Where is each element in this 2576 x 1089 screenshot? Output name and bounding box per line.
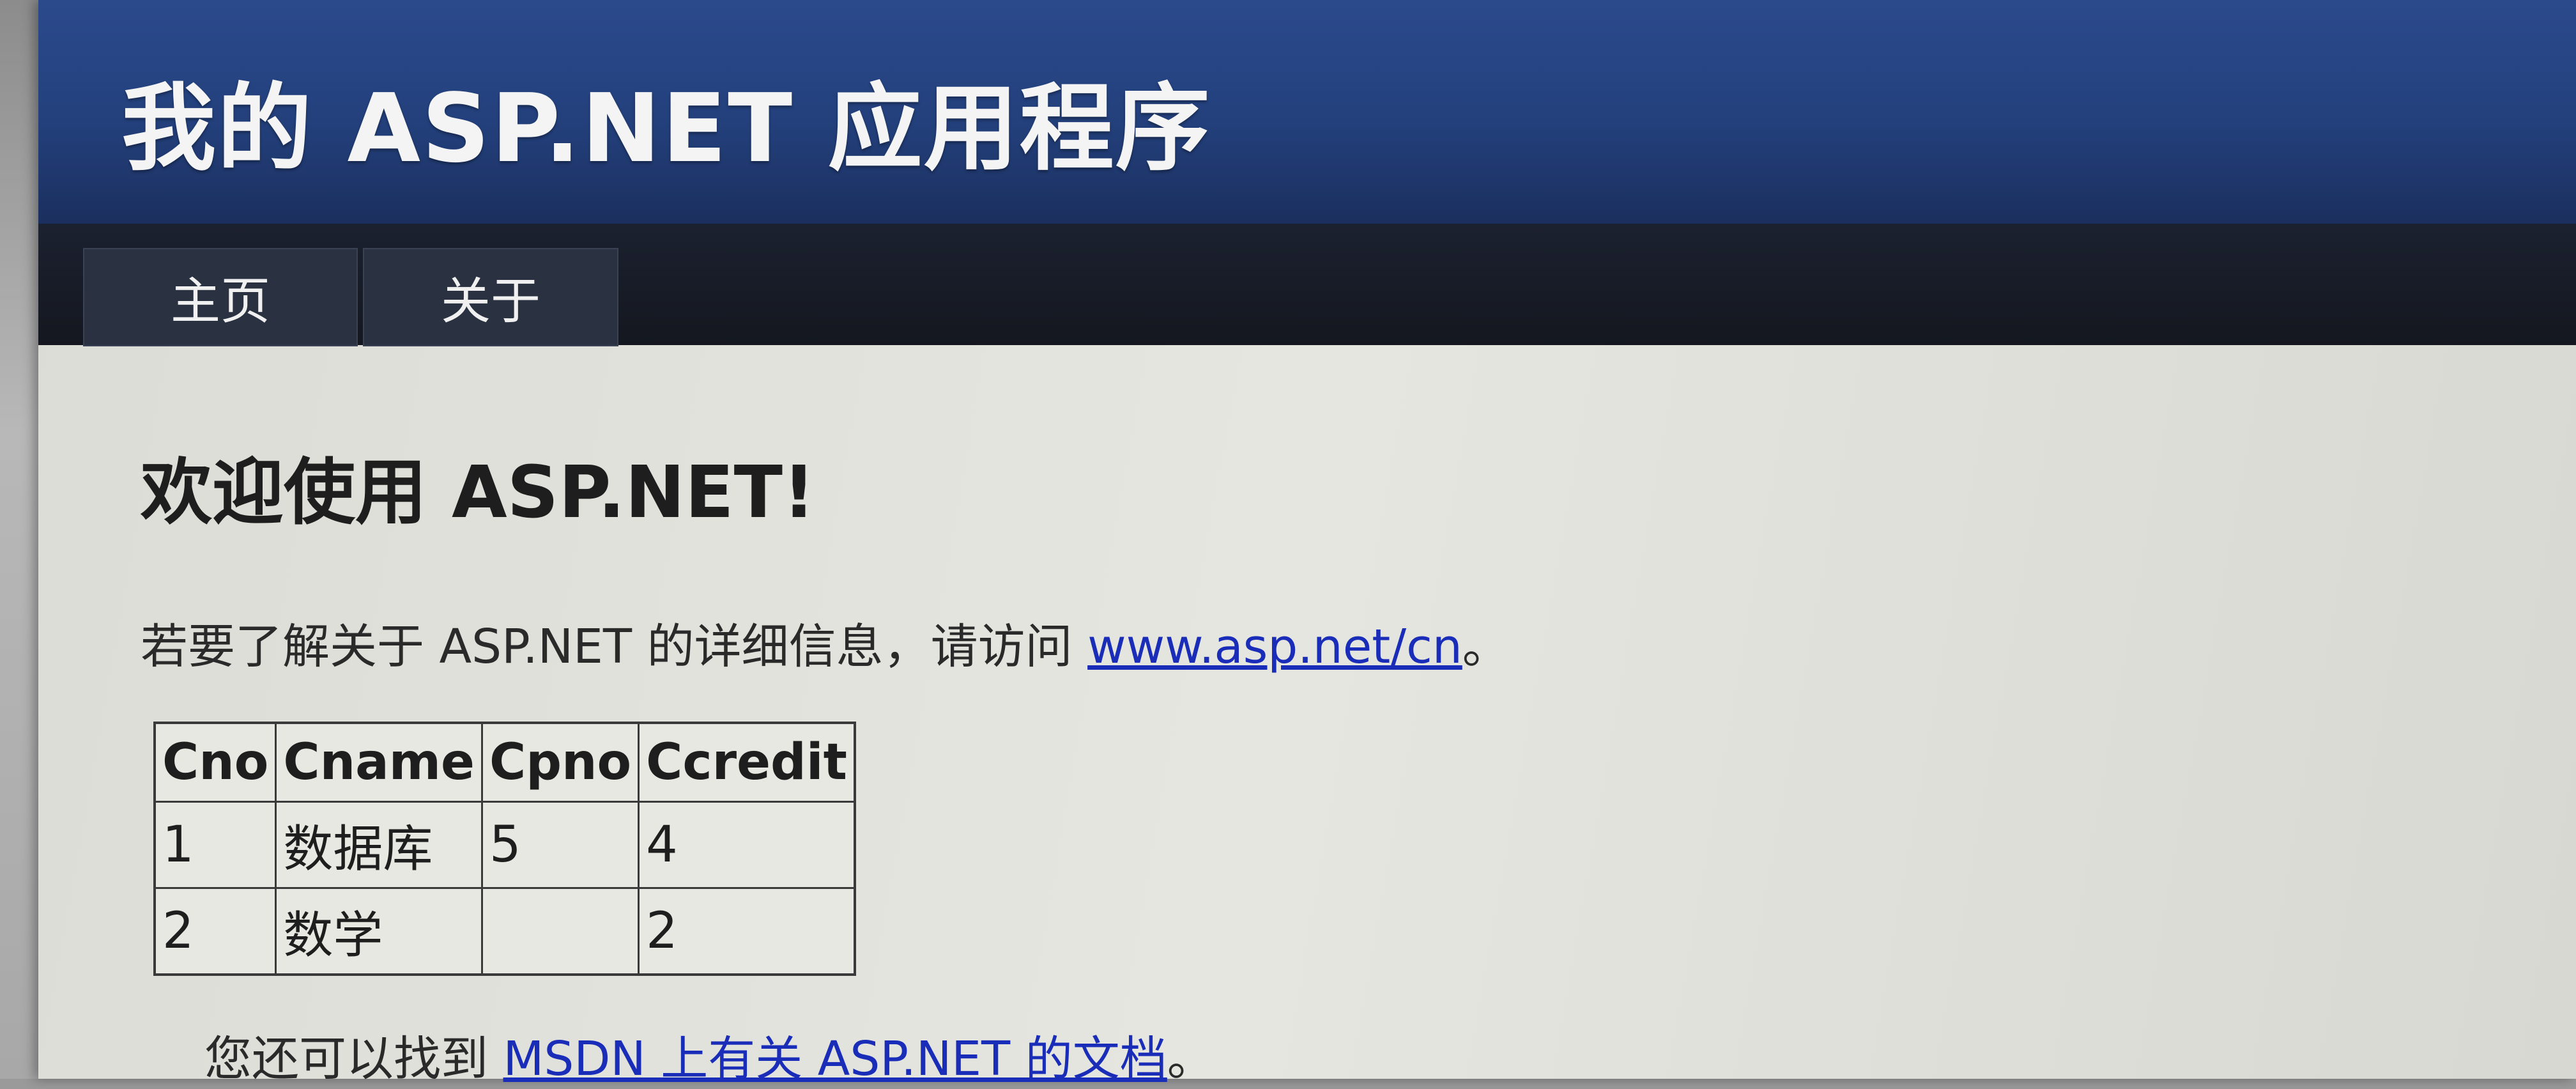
msdn-end: 。 <box>1167 1031 1215 1086</box>
app-title: 我的 ASP.NET 应用程序 <box>121 73 1211 183</box>
cell-cno: 1 <box>153 801 277 889</box>
main-content: 欢迎使用 ASP.NET! 若要了解关于 ASP.NET 的详细信息，请访问 w… <box>141 435 2504 1089</box>
cell-cname: 数据库 <box>275 801 483 889</box>
browser-page: 我的 ASP.NET 应用程序 主页 关于 欢迎使用 ASP.NET! 若要了解… <box>38 0 2576 1086</box>
column-header-cpno: Cpno <box>480 722 640 803</box>
column-header-cname: Cname <box>275 722 483 803</box>
nav-menu: 主页 关于 <box>83 248 619 346</box>
cell-cno: 2 <box>153 887 277 976</box>
msdn-link[interactable]: MSDN 上有关 ASP.NET 的文档 <box>503 1031 1167 1086</box>
nav-menu-bar: 主页 关于 <box>38 224 2576 346</box>
msdn-text: 您还可以找到 <box>204 1031 503 1086</box>
cell-ccredit: 2 <box>638 887 856 976</box>
cell-ccredit: 4 <box>638 801 856 889</box>
cell-cpno: 5 <box>480 801 640 889</box>
asp-net-link[interactable]: www.asp.net/cn <box>1087 619 1462 674</box>
intro-end: 。 <box>1462 619 1510 674</box>
nav-item-about[interactable]: 关于 <box>363 248 619 346</box>
cell-cpno <box>480 887 640 976</box>
site-header: 我的 ASP.NET 应用程序 <box>38 0 2576 224</box>
grid-header-row: Cno Cname Cpno Ccredit <box>153 722 856 803</box>
column-header-ccredit: Ccredit <box>638 722 856 803</box>
course-grid: Cno Cname Cpno Ccredit 1 数据库 5 4 2 数学 2 <box>153 722 856 976</box>
welcome-heading: 欢迎使用 ASP.NET! <box>141 451 816 534</box>
nav-item-home[interactable]: 主页 <box>83 248 358 346</box>
monitor-screen: 我的 ASP.NET 应用程序 主页 关于 欢迎使用 ASP.NET! 若要了解… <box>0 0 2576 1086</box>
intro-paragraph: 若要了解关于 ASP.NET 的详细信息，请访问 www.asp.net/cn。 <box>141 608 2504 677</box>
intro-text: 若要了解关于 ASP.NET 的详细信息，请访问 <box>141 619 1088 674</box>
cell-cname: 数学 <box>275 887 483 976</box>
table-row: 2 数学 2 <box>153 887 856 976</box>
column-header-cno: Cno <box>153 722 277 803</box>
table-row: 1 数据库 5 4 <box>153 801 856 889</box>
